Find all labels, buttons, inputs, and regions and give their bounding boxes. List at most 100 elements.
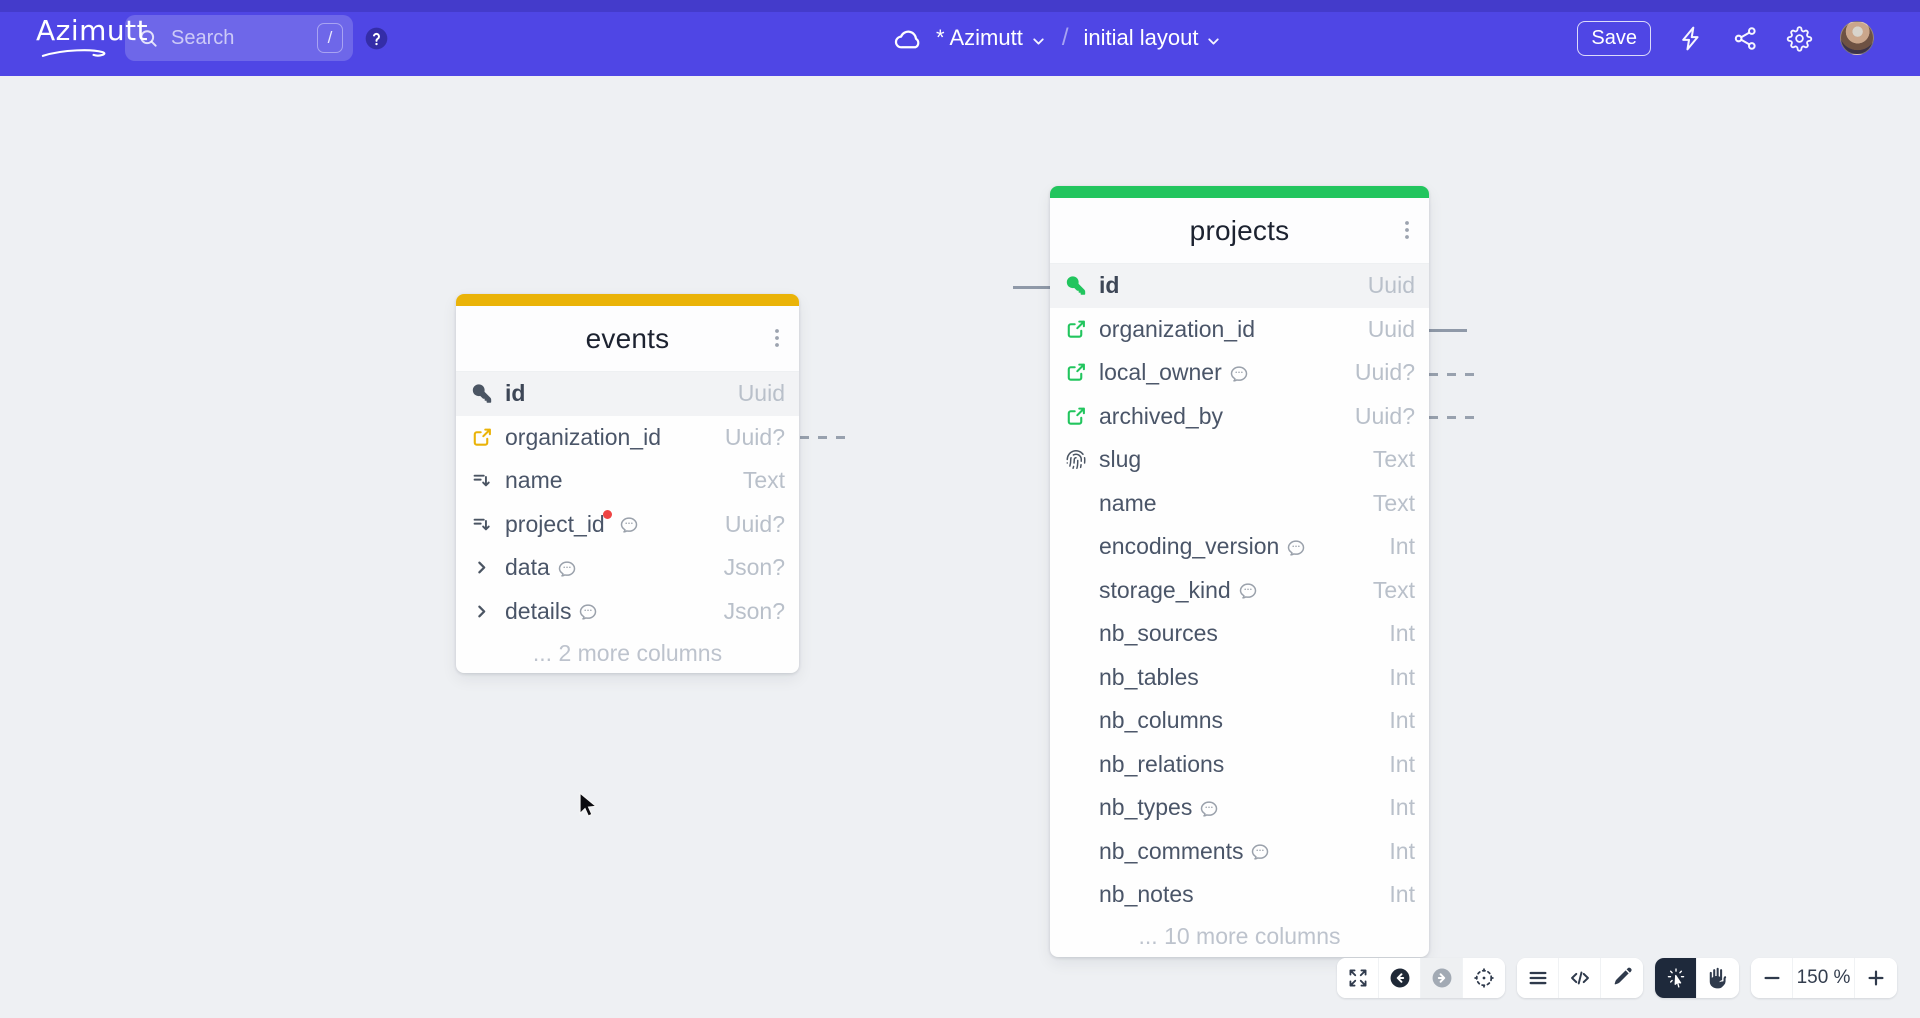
column-row-name[interactable]: nameText [456,459,799,503]
notification-dot [603,510,612,519]
no-icon [1064,623,1088,644]
table-title: events [586,323,670,355]
comment-icon[interactable] [557,558,577,578]
column-type: Uuid [1368,316,1415,343]
column-row-encoding_version[interactable]: encoding_versionInt [1050,525,1429,569]
column-type: Text [1373,577,1415,604]
table-menu-icon[interactable] [1395,218,1419,244]
column-row-nb_types[interactable]: nb_typesInt [1050,786,1429,830]
relation-line-projects-archived-by [1429,416,1476,419]
expand-icon [1347,967,1369,989]
column-row-slug[interactable]: slugText [1050,438,1429,482]
column-type: Uuid? [1355,359,1415,386]
zoom-level: 150 % [1793,958,1855,998]
table-menu-icon[interactable] [765,326,789,352]
column-row-storage_kind[interactable]: storage_kind Text [1050,569,1429,613]
column-name: storage_kind [1099,577,1231,604]
column-row-name[interactable]: name Text [1050,482,1429,526]
comment-icon[interactable] [578,601,598,621]
undo-circle-button[interactable] [1379,958,1421,998]
minus-button[interactable] [1751,958,1793,998]
column-row-data[interactable]: dataJson? [456,546,799,590]
settings-gear-icon[interactable] [1786,25,1813,52]
column-name: id [1099,272,1119,299]
relation-line-events-organization-id [800,436,847,439]
undo-circle-icon [1389,967,1411,989]
column-type: Int [1389,838,1415,865]
column-name: encoding_version [1099,533,1279,560]
column-name: nb_comments [1099,838,1243,865]
comment-icon[interactable] [1286,537,1306,557]
column-row-details[interactable]: details Json? [456,590,799,634]
no-icon [1064,493,1088,514]
comment-icon[interactable] [1238,580,1258,600]
table-accent-bar [456,294,799,306]
edit-pencil-icon [1611,967,1633,989]
bolt-icon[interactable] [1678,25,1705,52]
cursor-rays-icon [1665,967,1687,989]
search-box[interactable]: / [125,15,353,61]
comment-icon[interactable] [619,514,639,534]
column-row-nb_notes[interactable]: nb_notesInt [1050,873,1429,917]
save-button[interactable]: Save [1577,21,1651,56]
column-type: Text [1373,446,1415,473]
no-icon [1064,754,1088,775]
column-row-id[interactable]: idUuid [456,372,799,416]
more-columns[interactable]: ... 2 more columns [456,633,799,673]
help-icon[interactable] [364,26,389,51]
column-type: Int [1389,707,1415,734]
diagram-canvas[interactable]: events idUuidorganization_idUuid?nameTex… [0,76,1920,1018]
code-button[interactable] [1559,958,1601,998]
column-row-project_id[interactable]: project_idUuid? [456,503,799,547]
code-icon [1569,967,1591,989]
column-row-nb_tables[interactable]: nb_tablesInt [1050,656,1429,700]
chevron-down-icon [1030,30,1047,47]
column-row-organization_id[interactable]: organization_idUuid? [456,416,799,460]
relation-line-projects-organization-id [1429,329,1467,332]
column-row-nb_comments[interactable]: nb_comments Int [1050,830,1429,874]
column-type: Uuid? [725,511,785,538]
index-icon [470,470,494,491]
column-name: nb_notes [1099,881,1194,908]
hand-button[interactable] [1697,958,1739,998]
redo-circle-button[interactable] [1421,958,1463,998]
project-selector[interactable]: * Azimutt [936,25,1047,51]
edit-pencil-button[interactable] [1601,958,1643,998]
toolbar-group-pointer-mode [1655,958,1739,998]
table-events[interactable]: events idUuidorganization_idUuid?nameTex… [456,294,799,673]
column-row-nb_columns[interactable]: nb_columnsInt [1050,699,1429,743]
more-columns[interactable]: ... 10 more columns [1050,917,1429,957]
table-header[interactable]: events [456,306,799,372]
column-type: Text [1373,490,1415,517]
column-row-organization_id[interactable]: organization_id Uuid [1050,308,1429,352]
column-type: Json? [724,598,785,625]
comment-icon[interactable] [1250,841,1270,861]
plus-button[interactable] [1855,958,1897,998]
layout-selector[interactable]: initial layout [1083,25,1222,51]
breadcrumb-separator: / [1059,24,1072,52]
column-name: details [505,598,571,625]
no-icon [1064,797,1088,818]
column-row-nb_relations[interactable]: nb_relationsInt [1050,743,1429,787]
column-row-local_owner[interactable]: local_ownerUuid? [1050,351,1429,395]
column-type: Int [1389,620,1415,647]
column-name: name [505,467,563,494]
table-header[interactable]: projects [1050,198,1429,264]
list-button[interactable] [1517,958,1559,998]
column-row-id[interactable]: idUuid [1050,264,1429,308]
foreign-key-icon [1064,406,1088,427]
fit-view-button[interactable] [1463,958,1505,998]
column-name: name [1099,490,1157,517]
column-row-nb_sources[interactable]: nb_sourcesInt [1050,612,1429,656]
column-name: archived_by [1099,403,1223,430]
table-projects[interactable]: projects idUuid organization_id Uuid local_… [1050,186,1429,957]
expand-button[interactable] [1337,958,1379,998]
cursor-rays-button[interactable] [1655,958,1697,998]
search-input[interactable] [169,26,317,51]
column-name: organization_id [1099,316,1255,343]
share-icon[interactable] [1732,25,1759,52]
comment-icon[interactable] [1229,363,1249,383]
avatar[interactable] [1840,21,1874,55]
comment-icon[interactable] [1199,798,1219,818]
column-row-archived_by[interactable]: archived_byUuid? [1050,395,1429,439]
